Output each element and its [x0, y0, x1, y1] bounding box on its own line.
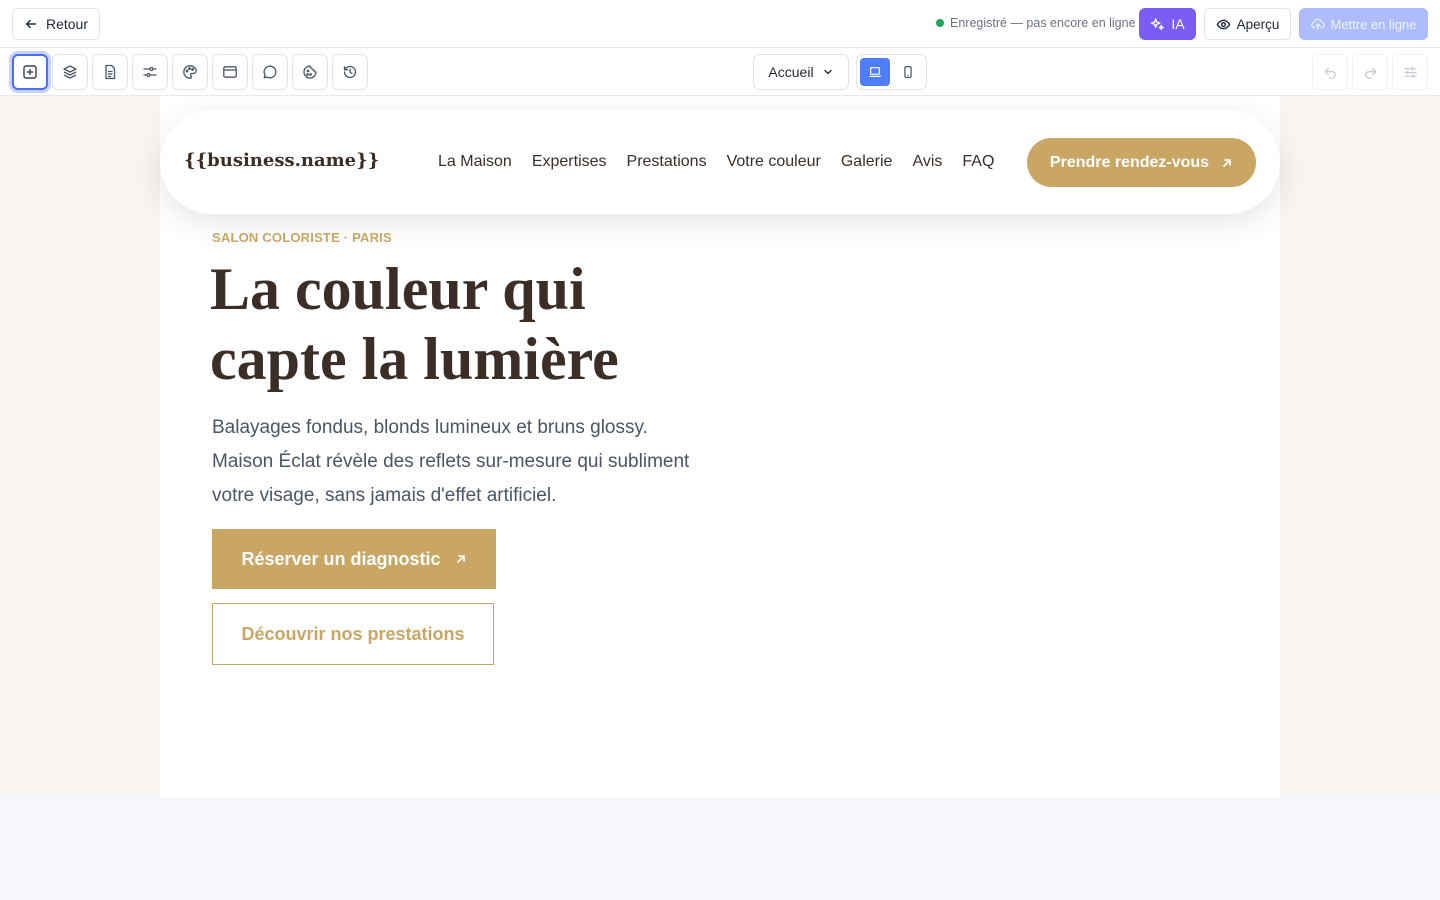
device-toggle — [856, 54, 927, 90]
undo-icon — [1324, 67, 1336, 79]
layers-icon — [63, 65, 77, 79]
layers-button[interactable] — [52, 54, 88, 90]
status-dot — [936, 19, 944, 27]
save-status: Enregistré — pas encore en ligne — [936, 16, 1136, 30]
pages-button[interactable] — [92, 54, 128, 90]
nav-link-galerie[interactable]: Galerie — [841, 153, 893, 171]
desktop-view-button[interactable] — [860, 58, 890, 86]
chat-icon — [263, 65, 277, 79]
secondary-cta-label: Découvrir nos prestations — [241, 623, 465, 644]
page-select-value: Accueil — [768, 64, 814, 80]
nav-link-votre-couleur[interactable]: Votre couleur — [727, 153, 821, 171]
cloud-upload-icon — [1310, 18, 1325, 30]
page-icon — [105, 64, 116, 80]
browser-window-icon — [223, 66, 237, 78]
mobile-icon — [904, 65, 912, 79]
preview-button[interactable]: Aperçu — [1204, 8, 1291, 40]
nav-link-prestations[interactable]: Prestations — [627, 153, 707, 171]
settings-sliders-icon — [143, 66, 157, 78]
nav-cta-button[interactable]: Prendre rendez-vous — [1027, 138, 1256, 187]
nav-cta-label: Prendre rendez-vous — [1049, 153, 1210, 171]
arrow-up-right-icon — [1223, 158, 1231, 167]
adjustments-icon — [1403, 66, 1417, 78]
history-icon — [343, 65, 357, 79]
palette-icon — [183, 65, 197, 79]
editor-toolbar: Accueil — [0, 48, 1440, 96]
page-select[interactable]: Accueil — [753, 54, 849, 90]
redo-button[interactable] — [1352, 54, 1388, 90]
browser-button[interactable] — [212, 54, 248, 90]
hero-headline: La couleur qui capte la lumière — [210, 256, 619, 392]
publish-button[interactable]: Mettre en ligne — [1299, 8, 1428, 40]
primary-cta-label: Réserver un diagnostic — [241, 548, 441, 569]
nav-link-la-maison[interactable]: La Maison — [438, 153, 512, 171]
theme-button[interactable] — [172, 54, 208, 90]
redo-icon — [1364, 67, 1376, 79]
editor-canvas: {{business.name}} La Maison Expertises P… — [0, 96, 1440, 797]
adjustments-button[interactable] — [1392, 54, 1428, 90]
settings-button[interactable] — [132, 54, 168, 90]
nav-link-faq[interactable]: FAQ — [962, 153, 994, 171]
undo-button[interactable] — [1312, 54, 1348, 90]
mobile-view-button[interactable] — [893, 58, 923, 86]
status-text: Enregistré — pas encore en ligne — [950, 16, 1136, 30]
nav-link-avis[interactable]: Avis — [912, 153, 942, 171]
primary-cta-button[interactable]: Réserver un diagnostic — [212, 529, 496, 589]
ai-label: IA — [1171, 16, 1185, 32]
arrow-left-icon — [25, 19, 37, 29]
chevron-down-icon — [823, 69, 832, 75]
add-section-icon — [23, 65, 37, 79]
hero-eyebrow: SALON COLORISTE · PARIS — [212, 230, 392, 245]
preview-label: Aperçu — [1236, 16, 1280, 32]
top-bar: Retour Enregistré — pas encore en ligne … — [0, 0, 1440, 48]
publish-label: Mettre en ligne — [1330, 16, 1417, 32]
secondary-cta-button[interactable]: Découvrir nos prestations — [212, 603, 494, 665]
desktop-icon — [869, 67, 881, 77]
nav-link-expertises[interactable]: Expertises — [532, 153, 607, 171]
site-nav: La Maison Expertises Prestations Votre c… — [438, 153, 994, 171]
site-header: {{business.name}} La Maison Expertises P… — [160, 110, 1280, 214]
cookie-icon — [303, 65, 317, 79]
back-button[interactable]: Retour — [12, 8, 100, 40]
comments-button[interactable] — [252, 54, 288, 90]
sparkles-icon — [1151, 17, 1165, 30]
ai-button[interactable]: IA — [1139, 8, 1196, 40]
site-preview: {{business.name}} La Maison Expertises P… — [160, 96, 1280, 797]
back-label: Retour — [45, 16, 89, 32]
hero-lead: Balayages fondus, blonds lumineux et bru… — [212, 417, 690, 506]
site-brand[interactable]: {{business.name}} — [184, 150, 379, 171]
history-button[interactable] — [332, 54, 368, 90]
arrow-up-right-icon — [456, 555, 465, 563]
eye-icon — [1216, 19, 1231, 29]
cookies-button[interactable] — [292, 54, 328, 90]
add-section-button[interactable] — [12, 54, 48, 90]
